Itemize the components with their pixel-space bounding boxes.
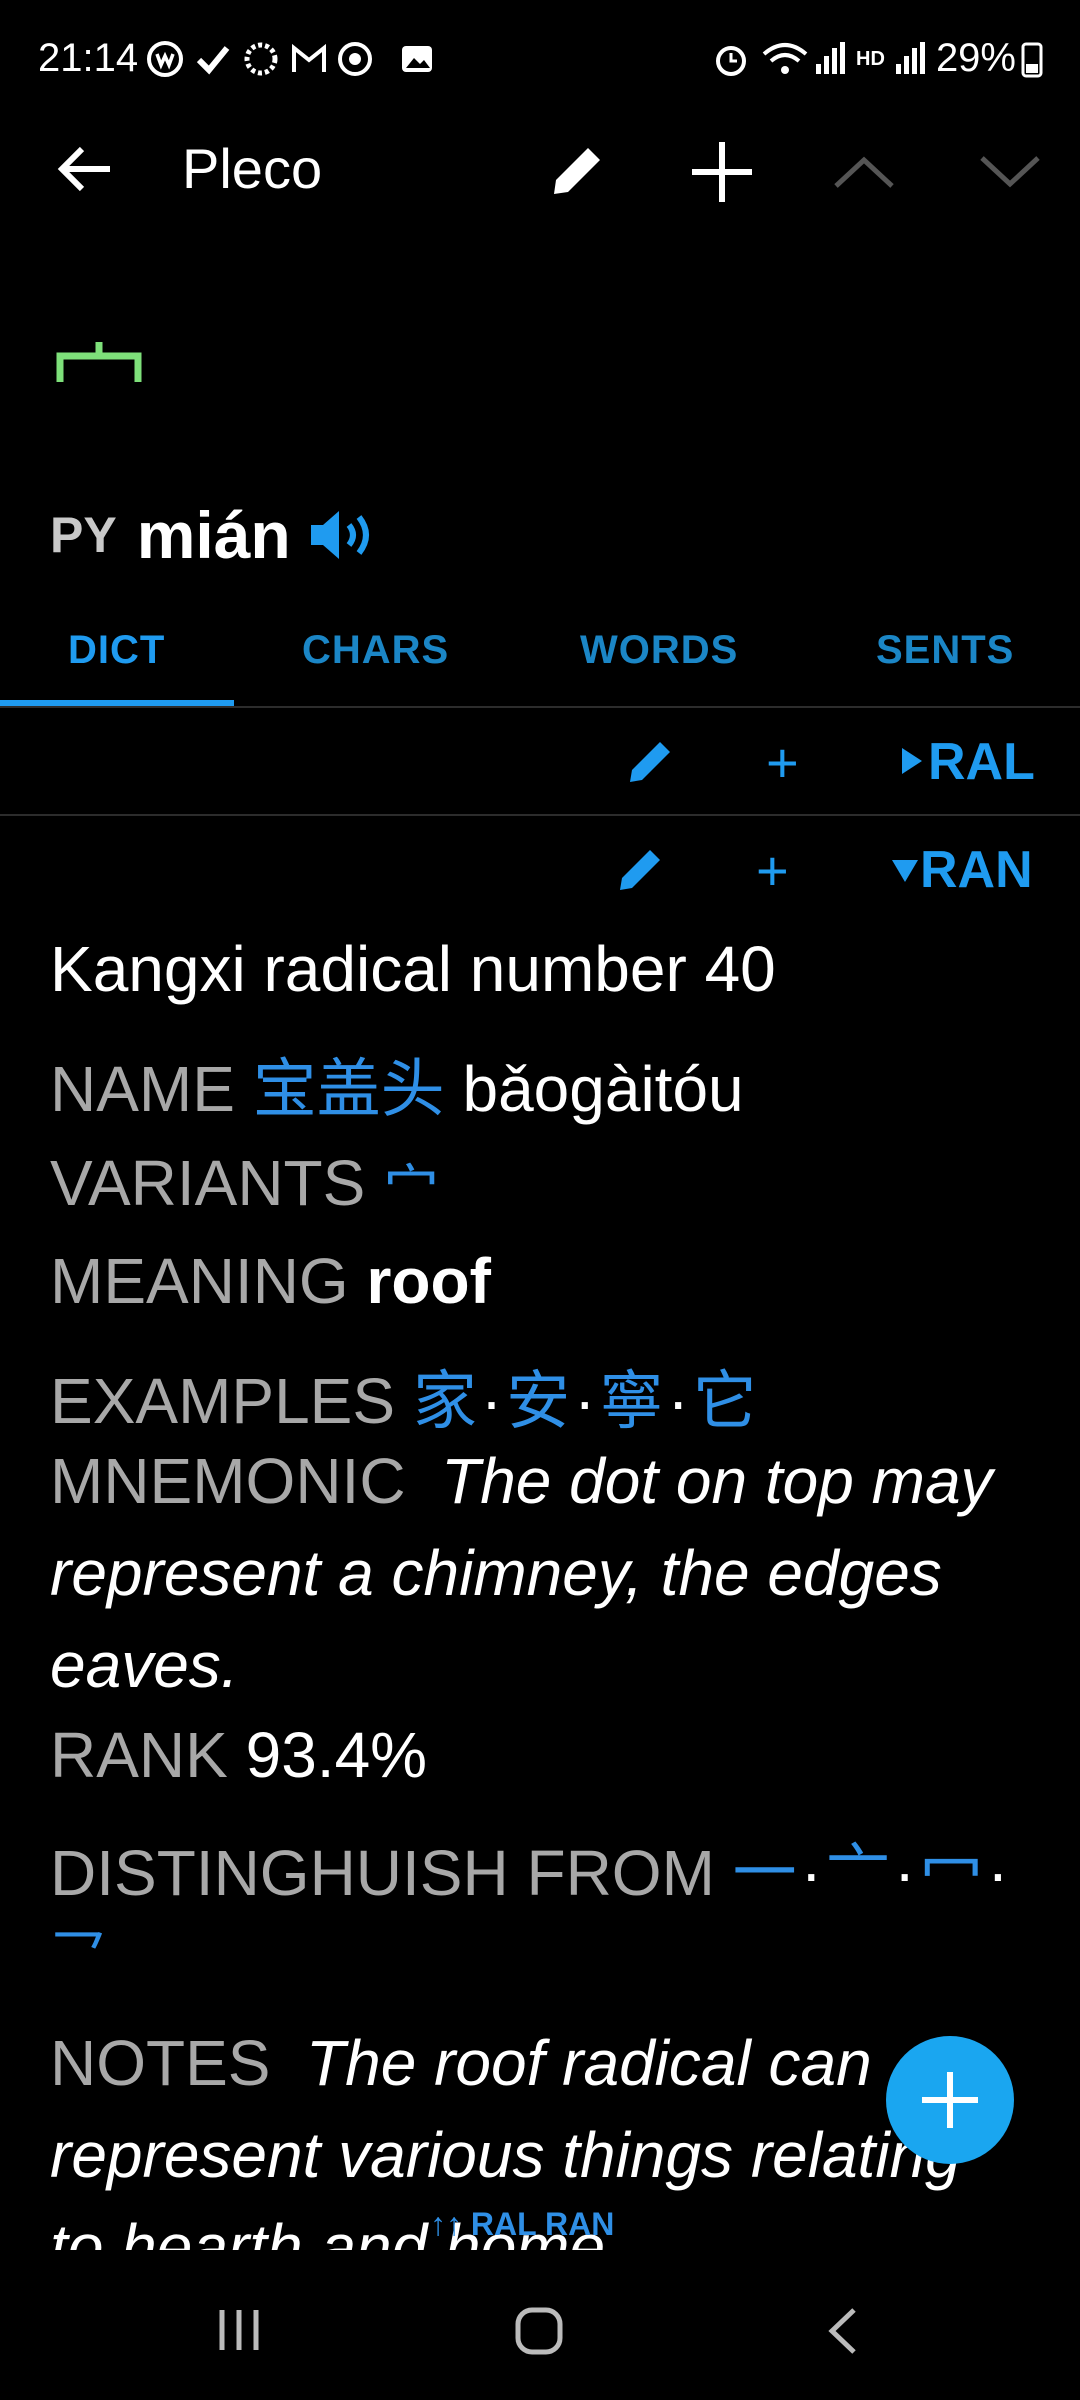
notes-text: represent various things relating (50, 2119, 961, 2191)
variants-row: VARIANTS 宀 (50, 1146, 439, 1227)
chevron-down-icon[interactable] (978, 154, 1042, 190)
mnemonic-text: represent a chimney, the edges (50, 1537, 942, 1609)
example-link[interactable]: 它 (693, 1365, 757, 1437)
battery-percent: 29% (935, 36, 1016, 80)
battery-icon (1021, 42, 1043, 78)
examples-label: EXAMPLES (50, 1365, 396, 1437)
back-arrow-icon[interactable] (54, 144, 114, 194)
mnemonic-text: The dot on top may (441, 1445, 993, 1517)
jump-ran-link[interactable]: RAN (545, 2206, 614, 2242)
edit-pencil-icon[interactable] (546, 140, 608, 202)
chrome-icon (338, 42, 372, 76)
variants-label: VARIANTS (50, 1147, 366, 1219)
distinguish-link[interactable]: 乛 (50, 1912, 106, 1993)
recent-apps-icon[interactable] (214, 2306, 264, 2354)
tab-bar: DICT CHARS WORDS SENTS (0, 600, 1080, 708)
gmail-icon (292, 43, 326, 72)
triangle-down-icon[interactable] (890, 858, 920, 884)
tab-dict[interactable]: DICT (68, 600, 165, 700)
mnemonic-text: eaves. (50, 1629, 239, 1701)
distinguish-link[interactable]: 亠 (826, 1837, 890, 1909)
tab-words[interactable]: WORDS (580, 600, 738, 700)
tab-sents[interactable]: SENTS (876, 600, 1014, 700)
notes-label: NOTES (50, 2027, 271, 2099)
name-pinyin: bǎogàitóu (462, 1053, 744, 1125)
triangle-right-icon[interactable] (900, 746, 924, 776)
add-fab-button[interactable] (886, 2036, 1014, 2164)
mnemonic-label: MNEMONIC (50, 1445, 406, 1517)
signal-icon (896, 42, 925, 74)
distinguish-link[interactable]: 冖 (919, 1837, 983, 1909)
cloud-icon (244, 42, 278, 76)
home-icon[interactable] (514, 2306, 564, 2356)
name-row: NAME 宝盖头 bǎogàitóu (50, 1038, 744, 1130)
status-time: 21:14 (38, 36, 139, 80)
py-tag: PY (50, 507, 117, 563)
edit-pencil-icon[interactable] (616, 844, 666, 894)
mnemonic-row: MNEMONIC The dot on top may (50, 1444, 993, 1518)
status-bar: 21:14 HD 29% (0, 0, 1080, 120)
speaker-icon[interactable] (307, 505, 377, 565)
notes-row: NOTES The roof radical can (50, 2026, 872, 2100)
examples-row: EXAMPLES 家·安·寧·它 (50, 1365, 757, 1437)
arrows-up-icon[interactable]: ↑↑ (430, 2206, 462, 2242)
name-label: NAME (50, 1053, 235, 1125)
ran-section-toggle[interactable]: RAN (920, 840, 1033, 900)
check-icon (196, 46, 230, 75)
add-plus-icon[interactable]: + (766, 730, 799, 795)
app-title: Pleco (182, 137, 323, 200)
chevron-up-icon[interactable] (832, 154, 896, 190)
headword-pinyin: mián (136, 498, 291, 572)
pinyin-row: PY mián (50, 490, 377, 580)
meaning-row: MEANING roof (50, 1244, 491, 1318)
notes-text: The roof radical can (306, 2027, 872, 2099)
tab-chars[interactable]: CHARS (302, 600, 449, 700)
plus-icon (922, 2072, 978, 2128)
rank-row: RANK 93.4% (50, 1718, 427, 1792)
name-characters-link[interactable]: 宝盖头 (253, 1053, 445, 1125)
hd-icon: HD (856, 48, 885, 70)
distinguish-label: DISTINGHUISH FROM (50, 1837, 715, 1909)
system-nav-bar (0, 2260, 1080, 2400)
distinguish-link[interactable]: 一 (733, 1837, 797, 1909)
signal-icon (816, 42, 845, 74)
divider (0, 706, 1080, 708)
example-link[interactable]: 安 (506, 1365, 570, 1437)
ral-section-toggle[interactable]: RAL (928, 732, 1035, 792)
example-link[interactable]: 寧 (599, 1365, 663, 1437)
alarm-icon (716, 46, 746, 76)
add-plus-icon[interactable] (690, 140, 754, 204)
gallery-icon (402, 46, 432, 72)
meaning-value: roof (366, 1245, 491, 1317)
section-jump-tabs: ↑↑ RAL RAN (430, 2206, 614, 2243)
edit-pencil-icon[interactable] (626, 736, 676, 786)
jump-ral-link[interactable]: RAL (471, 2206, 536, 2242)
example-link[interactable]: 家 (413, 1365, 477, 1437)
app-icon (147, 41, 183, 77)
meaning-label: MEANING (50, 1245, 349, 1317)
variant-link[interactable]: 宀 (383, 1159, 439, 1222)
rank-label: RANK (50, 1719, 228, 1791)
app-bar (0, 120, 1080, 220)
definition: Kangxi radical number 40 (50, 933, 776, 1005)
headword-character[interactable] (56, 340, 142, 384)
back-nav-icon[interactable] (826, 2306, 860, 2356)
wifi-icon (762, 43, 808, 74)
add-plus-icon[interactable]: + (756, 838, 789, 903)
distinguish-row: DISTINGHUISH FROM 一·亠·冖· (50, 1837, 1009, 1909)
divider (0, 814, 1080, 816)
rank-value: 93.4% (245, 1719, 428, 1791)
